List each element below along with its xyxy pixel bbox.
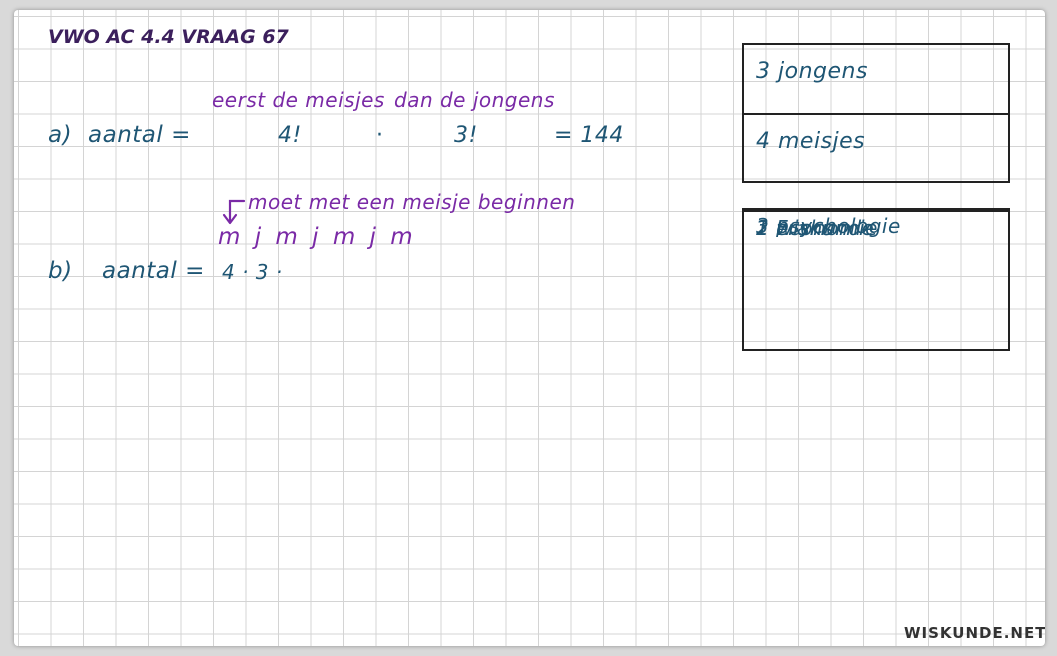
note-boys-then: dan de jongens xyxy=(394,88,555,112)
arrow-down-icon xyxy=(222,199,246,225)
subjects-box: 3 psychologie 2 economie 1 wiskunde 1 Fr… xyxy=(742,208,1010,351)
factor-boys: 3! xyxy=(454,123,478,148)
subject-row: 1 Frans xyxy=(744,210,1008,244)
page-title: VWO AC 4.4 VRAAG 67 xyxy=(48,26,289,48)
group-row: 4 meisjes xyxy=(744,115,1008,183)
seating-sequence: m j m j m j m xyxy=(218,224,414,250)
part-a-lhs: aantal = xyxy=(88,122,191,148)
note-girls-first: eerst de meisjes xyxy=(212,88,385,112)
group-boys-label: 3 jongens xyxy=(756,59,868,84)
group-box: 3 jongens 4 meisjes xyxy=(742,43,1010,183)
whiteboard: VWO AC 4.4 VRAAG 67 a) aantal = eerst de… xyxy=(14,10,1045,646)
group-row: 3 jongens xyxy=(744,45,1008,115)
group-girls-label: 4 meisjes xyxy=(756,129,866,154)
subject-french-label: 1 Frans xyxy=(756,216,834,240)
note-start-with-girl: moet met een meisje beginnen xyxy=(248,190,576,214)
multiply-dot: · xyxy=(376,123,383,148)
part-b-label: b) xyxy=(48,258,73,284)
part-b-lhs: aantal = xyxy=(102,258,205,284)
part-b-calculation: 4 · 3 · xyxy=(222,260,283,284)
part-a-result: = 144 xyxy=(554,123,624,148)
factor-girls: 4! xyxy=(278,123,302,148)
brand-logo-text: WISKUNDE.NET xyxy=(904,624,1045,642)
part-a-label: a) xyxy=(48,122,73,148)
